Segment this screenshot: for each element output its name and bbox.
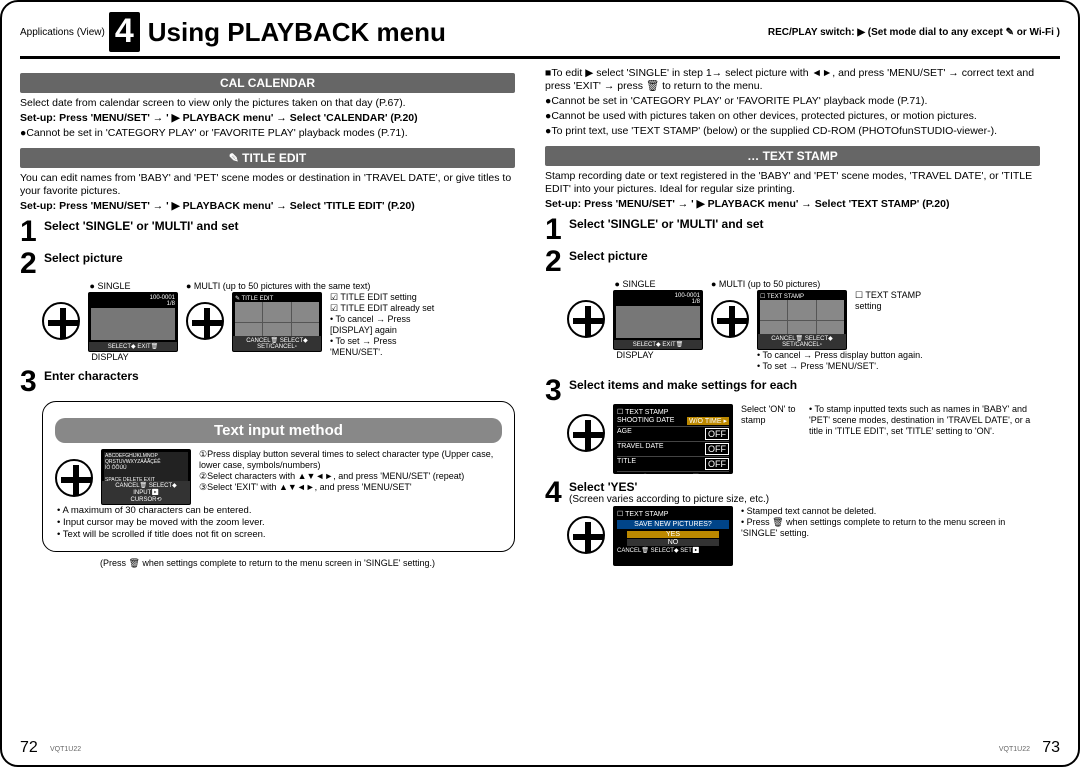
step2-num: 2 <box>20 251 42 277</box>
settings-screen: ☐ TEXT STAMP SHOOTING DATE W/O TIME ▸ AGE… <box>613 404 733 474</box>
ts-cancel: • To cancel → Press display button again… <box>757 350 935 361</box>
ts-step2-num: 2 <box>545 249 567 275</box>
lcd-keyboard: ABCDEFGHIJKLMNOPQRSTUVWXYZÁÂÃÇÉÊÍÓ ÔÕÚÜ … <box>101 449 191 505</box>
titleedit-screens: ● SINGLE 100-00011/8 SELECT◆ EXIT🗑 DISPL… <box>42 281 515 363</box>
legend-b: ☑ TITLE EDIT already set <box>330 303 440 314</box>
dpad-icon3 <box>55 459 93 497</box>
ys-footer: CANCEL🗑 SELECT◆ SET▶ <box>617 547 729 554</box>
multi-label: ● MULTI (up to 50 pictures with the same… <box>186 281 440 292</box>
textstamp-screens: ● SINGLE 100-00011/8 SELECT◆ EXIT🗑 DISPL… <box>567 279 1040 372</box>
manual-page: Applications (View) 4 Using PLAYBACK men… <box>0 0 1080 767</box>
inputnote3: • Text will be scrolled if title does no… <box>65 529 502 541</box>
calendar-heading: CAL CALENDAR <box>20 73 515 93</box>
titleedit-desc: You can edit names from 'BABY' and 'PET'… <box>20 172 515 198</box>
textstamp-heading: … TEXT STAMP <box>545 146 1040 166</box>
right-b1: ●Cannot be set in 'CATEGORY PLAY' or 'FA… <box>545 95 1040 108</box>
ts-step1-num: 1 <box>545 217 567 243</box>
input2: ②Select characters with ▲▼◄►, and press … <box>199 471 502 482</box>
page-number-left: 72 <box>20 739 38 757</box>
left-column: CAL CALENDAR Select date from calendar s… <box>20 65 515 569</box>
titleedit-setup: Set-up: Press 'MENU/SET' → ' ▶ PLAYBACK … <box>20 200 515 213</box>
dpad-icon5 <box>711 300 749 338</box>
edit-note: ■To edit ▶ select 'SINGLE' in step 1→ se… <box>545 67 1040 93</box>
lcd-single: 100-00011/8 SELECT◆ EXIT🗑 <box>88 292 178 352</box>
page-title: Using PLAYBACK menu <box>148 17 446 48</box>
inputnote2: • Input cursor may be moved with the zoo… <box>65 517 502 529</box>
input3: ③Select 'EXIT' with ▲▼◄►, and press 'MEN… <box>199 482 502 493</box>
textstamp-setup: Set-up: Press 'MENU/SET' → ' ▶ PLAYBACK … <box>545 198 1040 211</box>
dpad-icon7 <box>567 516 605 554</box>
l4b: OFF <box>705 458 729 470</box>
l4a: TITLE <box>617 458 636 470</box>
step3-text: Enter characters <box>44 369 515 383</box>
ys-title: ☐ TEXT STAMP <box>617 510 729 518</box>
inputnote1: • A maximum of 30 characters can be ente… <box>65 505 502 517</box>
ts-display-label: DISPLAY <box>567 350 703 361</box>
page-number-right: 73 <box>1042 739 1060 757</box>
select-on: Select 'ON' to stamp <box>741 404 801 426</box>
lcd-multi: ✎ TITLE EDIT CANCEL🗑 SELECT◆ SET/CANCEL▫ <box>232 292 322 352</box>
scr-title: ☐ TEXT STAMP <box>617 408 729 416</box>
ts-step4-sub: (Screen varies according to picture size… <box>569 494 1040 505</box>
input-method-box: Text input method ABCDEFGHIJKLMNOPQRSTUV… <box>42 401 515 552</box>
legend-a: ☑ TITLE EDIT setting <box>330 292 440 303</box>
step1-num: 1 <box>20 219 42 245</box>
input-heading: Text input method <box>55 418 502 443</box>
dpad-icon2 <box>186 302 224 340</box>
calendar-note: ●Cannot be set in 'CATEGORY PLAY' or 'FA… <box>20 127 515 140</box>
single-label: ● SINGLE <box>42 281 178 292</box>
ts-step2: Select picture <box>569 249 1040 263</box>
l1a: SHOOTING DATE <box>617 417 674 425</box>
endnote2: • Press 🗑 when settings complete to retu… <box>741 517 1040 539</box>
ys-yes: YES <box>627 531 719 538</box>
l2b: OFF <box>705 428 729 440</box>
yes-screen: ☐ TEXT STAMP SAVE NEW PICTURES? YES NO C… <box>613 506 733 566</box>
ts-step3: Select items and make settings for each <box>569 378 1040 392</box>
calendar-setup: Set-up: Press 'MENU/SET' → ' ▶ PLAYBACK … <box>20 112 515 125</box>
right-b2: ●Cannot be used with pictures taken on o… <box>545 110 1040 123</box>
step3-num: 3 <box>20 369 42 395</box>
dpad-icon6 <box>567 414 605 452</box>
docid-left: VQT1U22 <box>50 746 81 753</box>
dpad-icon <box>42 302 80 340</box>
ts-legend: ☐ TEXT STAMP setting <box>855 290 935 312</box>
endnote1: • Stamped text cannot be deleted. <box>741 506 1040 517</box>
page-header: Applications (View) 4 Using PLAYBACK men… <box>20 12 1060 59</box>
right-b3: ●To print text, use 'TEXT STAMP' (below)… <box>545 125 1040 138</box>
set-note: • To set → Press 'MENU/SET'. <box>330 336 440 358</box>
ts-step3-num: 3 <box>545 378 567 404</box>
l1b: W/O TIME ▸ <box>687 417 729 425</box>
right-column: ■To edit ▶ select 'SINGLE' in step 1→ se… <box>545 65 1040 569</box>
display-label: DISPLAY <box>42 352 178 363</box>
calendar-desc: Select date from calendar screen to view… <box>20 97 515 110</box>
left-footnote: (Press 🗑 when settings complete to retur… <box>20 558 515 569</box>
docid-right: VQT1U22 <box>999 746 1030 753</box>
titleedit-heading: ✎ TITLE EDIT <box>20 148 515 168</box>
ts-step1: Select 'SINGLE' or 'MULTI' and set <box>569 217 1040 231</box>
dpad-icon4 <box>567 300 605 338</box>
ts-single: ● SINGLE <box>567 279 703 290</box>
ys-no: NO <box>627 539 719 546</box>
chapter-number: 4 <box>109 12 140 52</box>
ts-step4: Select 'YES' <box>569 480 1040 494</box>
l3a: TRAVEL DATE <box>617 443 664 455</box>
l3b: OFF <box>705 443 729 455</box>
cancel-note: • To cancel → Press [DISPLAY] again <box>330 314 440 336</box>
ts-set: • To set → Press 'MENU/SET'. <box>757 361 935 372</box>
l2a: AGE <box>617 428 632 440</box>
lcd-ts-multi: ☐ TEXT STAMP CANCEL🗑 SELECT◆ SET/CANCEL▫ <box>757 290 847 350</box>
app-label: Applications (View) <box>20 27 105 38</box>
ts-step4-num: 4 <box>545 480 567 506</box>
input1: ①Press display button several times to s… <box>199 449 502 471</box>
stamp-note: • To stamp inputted texts such as names … <box>809 404 1040 437</box>
textstamp-desc: Stamp recording date or text registered … <box>545 170 1040 196</box>
ts-multi: ● MULTI (up to 50 pictures) <box>711 279 935 290</box>
ys-prompt: SAVE NEW PICTURES? <box>617 520 729 529</box>
lcd-ts-single: 100-00011/8 SELECT◆ EXIT🗑 <box>613 290 703 350</box>
step1-text: Select 'SINGLE' or 'MULTI' and set <box>44 219 515 233</box>
step2-text: Select picture <box>44 251 515 265</box>
recplay-note: REC/PLAY switch: ▶ (Set mode dial to any… <box>768 27 1060 38</box>
